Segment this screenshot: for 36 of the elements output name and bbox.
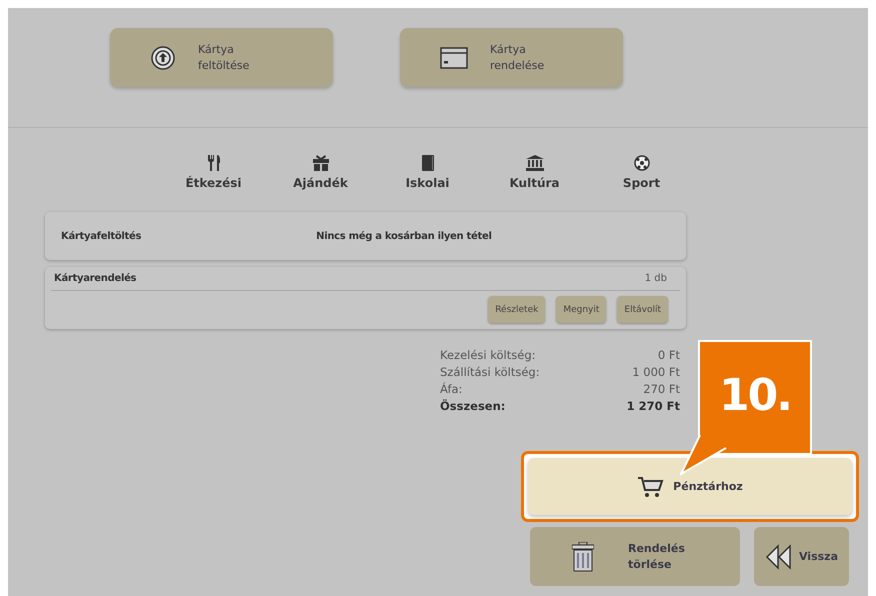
gift-icon bbox=[312, 155, 330, 171]
rewind-icon bbox=[764, 544, 791, 570]
total-value: 0 Ft bbox=[656, 347, 680, 363]
total-value: 270 Ft bbox=[642, 381, 680, 397]
action-button[interactable]: Vissza bbox=[754, 527, 849, 586]
item-count: 1 db bbox=[644, 273, 667, 284]
book-icon bbox=[420, 155, 434, 171]
item-action-button[interactable]: Megnyit bbox=[556, 296, 606, 323]
step-callout: 10. bbox=[698, 340, 812, 455]
category-tab[interactable]: Ajándék bbox=[267, 155, 374, 200]
top-button[interactable]: Kártya feltöltése bbox=[110, 28, 333, 87]
category-tab[interactable]: Kultúra bbox=[481, 155, 588, 200]
cart-icon bbox=[637, 474, 666, 498]
item-action-button[interactable]: Részletek bbox=[488, 296, 546, 323]
top-button[interactable]: Kártya rendelése bbox=[400, 28, 623, 87]
total-label: Összesen: bbox=[440, 398, 506, 414]
total-value: 1 000 Ft bbox=[631, 364, 680, 380]
item-action-button[interactable]: Eltávolít bbox=[617, 296, 668, 323]
cutlery-icon bbox=[206, 155, 220, 171]
trash-icon bbox=[572, 542, 594, 572]
total-label: Kezelési költség: bbox=[440, 347, 536, 363]
card-icon bbox=[440, 46, 468, 68]
empty-message: Nincs még a kosárban ilyen tétel bbox=[316, 230, 492, 242]
section-title: Kártyafeltöltés bbox=[61, 230, 142, 242]
total-value: 1 270 Ft bbox=[626, 398, 680, 414]
category-tab[interactable]: Sport bbox=[588, 155, 695, 200]
total-label: Szállítási költség: bbox=[440, 364, 541, 380]
action-button[interactable]: Rendelés törlése bbox=[530, 527, 740, 586]
category-tab[interactable]: Étkezési bbox=[160, 155, 267, 200]
museum-icon bbox=[526, 155, 544, 171]
category-tab[interactable]: Iskolai bbox=[374, 155, 481, 200]
section-title: Kártyarendelés bbox=[54, 273, 136, 284]
upload-icon bbox=[150, 44, 176, 70]
ball-icon bbox=[634, 155, 650, 171]
total-label: Áfa: bbox=[440, 381, 464, 397]
checkout-button[interactable]: Pénztárhoz bbox=[528, 458, 852, 515]
